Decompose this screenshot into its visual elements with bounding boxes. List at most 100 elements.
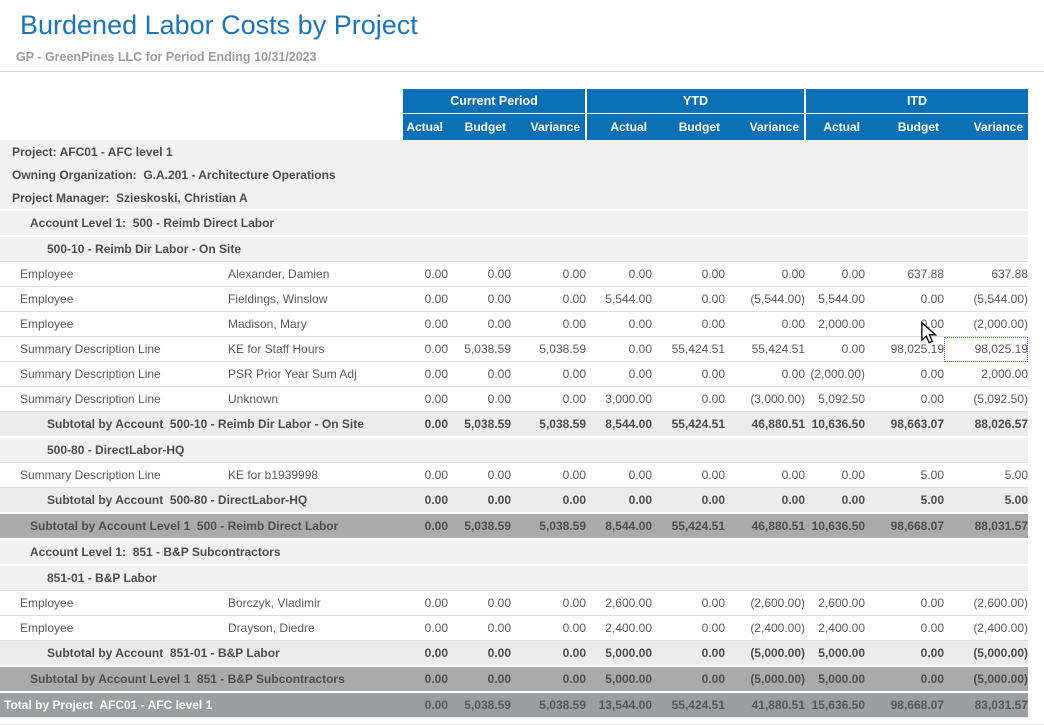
- value-cell[interactable]: 10,636.50: [805, 513, 865, 539]
- value-cell[interactable]: 0.00: [725, 463, 805, 488]
- value-cell[interactable]: 0.00: [403, 692, 448, 718]
- value-cell[interactable]: 0.00: [511, 463, 586, 488]
- value-cell[interactable]: 0.00: [511, 387, 586, 412]
- value-cell[interactable]: 0.00: [725, 488, 805, 514]
- value-cell[interactable]: 46,880.51: [725, 513, 805, 539]
- value-cell[interactable]: 0.00: [403, 262, 448, 287]
- value-cell[interactable]: 5,038.59: [511, 337, 586, 362]
- value-cell[interactable]: 98,668.07: [865, 692, 944, 718]
- value-cell[interactable]: 5,038.59: [448, 513, 511, 539]
- value-cell[interactable]: 8,544.00: [586, 412, 652, 438]
- value-cell[interactable]: 0.00: [652, 463, 725, 488]
- value-cell[interactable]: 0.00: [448, 387, 511, 412]
- value-cell[interactable]: 98,025.19: [865, 337, 944, 362]
- value-cell[interactable]: 0.00: [652, 287, 725, 312]
- value-cell[interactable]: 0.00: [511, 287, 586, 312]
- value-cell[interactable]: 2,400.00: [586, 616, 652, 641]
- value-cell[interactable]: 0.00: [403, 488, 448, 514]
- value-cell[interactable]: 5,038.59: [511, 692, 586, 718]
- value-cell[interactable]: 0.00: [725, 262, 805, 287]
- value-cell[interactable]: 5,038.59: [448, 412, 511, 438]
- value-cell[interactable]: 88,031.57: [944, 513, 1028, 539]
- value-cell[interactable]: 2,000.00: [944, 362, 1028, 387]
- value-cell[interactable]: (5,000.00): [944, 666, 1028, 692]
- value-cell[interactable]: 0.00: [448, 312, 511, 337]
- value-cell[interactable]: 0.00: [652, 262, 725, 287]
- value-cell[interactable]: 0.00: [448, 463, 511, 488]
- value-cell[interactable]: (2,000.00): [805, 362, 865, 387]
- value-cell[interactable]: 0.00: [586, 488, 652, 514]
- value-cell[interactable]: 55,424.51: [652, 513, 725, 539]
- value-cell[interactable]: 5,000.00: [805, 641, 865, 667]
- value-cell[interactable]: 5,000.00: [586, 641, 652, 667]
- value-cell[interactable]: 0.00: [725, 362, 805, 387]
- value-cell[interactable]: 5,000.00: [805, 666, 865, 692]
- value-cell[interactable]: 637.88: [865, 262, 944, 287]
- value-cell[interactable]: (3,000.00): [725, 387, 805, 412]
- value-cell[interactable]: 0.00: [865, 641, 944, 667]
- value-cell[interactable]: 13,544.00: [586, 692, 652, 718]
- value-cell[interactable]: 5,000.00: [586, 666, 652, 692]
- value-cell[interactable]: 0.00: [586, 337, 652, 362]
- value-cell[interactable]: 0.00: [448, 616, 511, 641]
- value-cell[interactable]: 0.00: [403, 641, 448, 667]
- value-cell[interactable]: (2,400.00): [944, 616, 1028, 641]
- value-cell[interactable]: (2,400.00): [725, 616, 805, 641]
- value-cell[interactable]: 0.00: [865, 287, 944, 312]
- value-cell[interactable]: 55,424.51: [652, 412, 725, 438]
- value-cell[interactable]: 0.00: [511, 591, 586, 616]
- value-cell[interactable]: (5,092.50): [944, 387, 1028, 412]
- value-cell[interactable]: 0.00: [448, 591, 511, 616]
- value-cell[interactable]: 0.00: [586, 312, 652, 337]
- value-cell[interactable]: 0.00: [511, 362, 586, 387]
- value-cell[interactable]: 5.00: [944, 463, 1028, 488]
- value-cell[interactable]: 0.00: [448, 287, 511, 312]
- value-cell[interactable]: 0.00: [865, 362, 944, 387]
- value-cell[interactable]: 5,038.59: [448, 692, 511, 718]
- value-cell[interactable]: 0.00: [865, 387, 944, 412]
- value-cell[interactable]: 0.00: [805, 488, 865, 514]
- value-cell[interactable]: (2,600.00): [944, 591, 1028, 616]
- value-cell[interactable]: 55,424.51: [652, 692, 725, 718]
- value-cell[interactable]: 0.00: [448, 488, 511, 514]
- value-cell[interactable]: 2,600.00: [586, 591, 652, 616]
- value-cell[interactable]: 55,424.51: [725, 337, 805, 362]
- value-cell[interactable]: 3,000.00: [586, 387, 652, 412]
- value-cell[interactable]: 2,600.00: [805, 591, 865, 616]
- value-cell[interactable]: 0.00: [403, 362, 448, 387]
- value-cell[interactable]: 5,038.59: [511, 412, 586, 438]
- value-cell[interactable]: 55,424.51: [652, 337, 725, 362]
- value-cell[interactable]: 41,880.51: [725, 692, 805, 718]
- value-cell[interactable]: 0.00: [448, 262, 511, 287]
- value-cell[interactable]: 98,668.07: [865, 513, 944, 539]
- value-cell[interactable]: 0.00: [586, 262, 652, 287]
- value-cell[interactable]: 0.00: [652, 362, 725, 387]
- value-cell[interactable]: 5.00: [944, 488, 1028, 514]
- value-cell[interactable]: 2,400.00: [805, 616, 865, 641]
- value-cell[interactable]: 0.00: [652, 666, 725, 692]
- value-cell[interactable]: 0.00: [511, 488, 586, 514]
- value-cell[interactable]: 0.00: [805, 463, 865, 488]
- value-cell[interactable]: 0.00: [448, 666, 511, 692]
- value-cell[interactable]: 0.00: [403, 287, 448, 312]
- value-cell[interactable]: 0.00: [403, 312, 448, 337]
- value-cell[interactable]: 88,026.57: [944, 412, 1028, 438]
- value-cell[interactable]: 0.00: [511, 616, 586, 641]
- value-cell[interactable]: 5,092.50: [805, 387, 865, 412]
- value-cell[interactable]: (5,000.00): [944, 641, 1028, 667]
- value-cell[interactable]: 0.00: [865, 591, 944, 616]
- value-cell[interactable]: 0.00: [403, 463, 448, 488]
- value-cell[interactable]: 0.00: [865, 666, 944, 692]
- value-cell[interactable]: 98,663.07: [865, 412, 944, 438]
- value-cell[interactable]: 0.00: [652, 591, 725, 616]
- value-cell[interactable]: 0.00: [448, 641, 511, 667]
- value-cell[interactable]: 5.00: [865, 463, 944, 488]
- value-cell[interactable]: 0.00: [403, 337, 448, 362]
- value-cell[interactable]: 0.00: [511, 641, 586, 667]
- value-cell[interactable]: 0.00: [652, 488, 725, 514]
- value-cell[interactable]: 0.00: [403, 666, 448, 692]
- value-cell[interactable]: (5,000.00): [725, 641, 805, 667]
- value-cell[interactable]: (2,000.00): [944, 312, 1028, 337]
- selected-value-cell[interactable]: 98,025.19: [944, 337, 1028, 362]
- value-cell[interactable]: 0.00: [403, 616, 448, 641]
